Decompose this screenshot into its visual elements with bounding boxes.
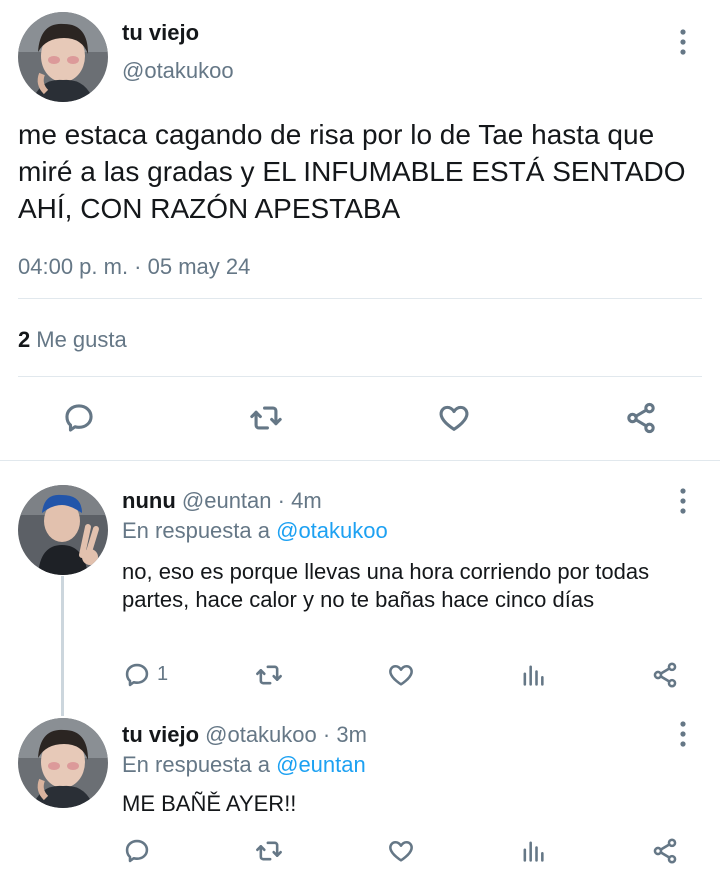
reply-text: ME BAÑĚ AYER!! [122, 791, 297, 816]
likes-row[interactable]: 2 Me gusta [18, 327, 127, 353]
thread-line [61, 576, 64, 716]
stats-icon[interactable] [516, 836, 550, 866]
divider [0, 460, 720, 461]
handle[interactable]: @euntan [182, 488, 272, 513]
display-name[interactable]: tu viejo [122, 722, 199, 747]
reply-time: · 3m [322, 722, 367, 747]
likes-label: Me gusta [36, 327, 127, 352]
handle[interactable]: @otakukoo [205, 722, 317, 747]
reply-time: · 4m [277, 488, 322, 513]
reply-count: 1 [157, 663, 169, 685]
more-icon[interactable] [671, 714, 695, 754]
reply-icon[interactable] [60, 400, 98, 436]
reply-icon[interactable] [120, 660, 154, 690]
handle[interactable]: @otakukoo [122, 58, 234, 84]
reply-prefix: En respuesta a [122, 752, 270, 777]
reply-icon[interactable] [120, 836, 154, 866]
avatar[interactable] [18, 485, 108, 575]
stats-icon[interactable] [516, 660, 550, 690]
like-icon[interactable] [384, 836, 418, 866]
like-icon[interactable] [384, 660, 418, 690]
retweet-icon[interactable] [252, 660, 286, 690]
more-icon[interactable] [671, 481, 695, 521]
in-reply-to: En respuesta a @euntan [122, 752, 366, 778]
reply-prefix: En respuesta a [122, 518, 270, 543]
reply-to-link[interactable]: @euntan [276, 752, 366, 777]
tweet-text: me estaca cagando de risa por lo de Tae … [18, 119, 686, 224]
avatar[interactable] [18, 12, 108, 102]
reply-header: tu viejo @otakukoo · 3m [122, 722, 367, 748]
avatar[interactable] [18, 718, 108, 808]
reply-header: nunu @euntan · 4m [122, 488, 322, 514]
display-name[interactable]: tu viejo [122, 20, 199, 46]
more-icon[interactable] [671, 22, 695, 62]
reply-text: no, eso es porque llevas una hora corrie… [122, 559, 650, 612]
retweet-icon[interactable] [245, 400, 287, 436]
share-icon[interactable] [648, 660, 682, 690]
in-reply-to: En respuesta a @otakukoo [122, 518, 388, 544]
retweet-icon[interactable] [252, 836, 286, 866]
reply-to-link[interactable]: @otakukoo [276, 518, 388, 543]
divider [18, 298, 702, 299]
likes-count: 2 [18, 327, 31, 352]
display-name[interactable]: nunu [122, 488, 176, 513]
like-icon[interactable] [434, 400, 474, 436]
divider [18, 376, 702, 377]
tweet-timestamp[interactable]: 04:00 p. m. · 05 may 24 [18, 254, 250, 280]
share-icon[interactable] [622, 400, 660, 436]
share-icon[interactable] [648, 836, 682, 866]
